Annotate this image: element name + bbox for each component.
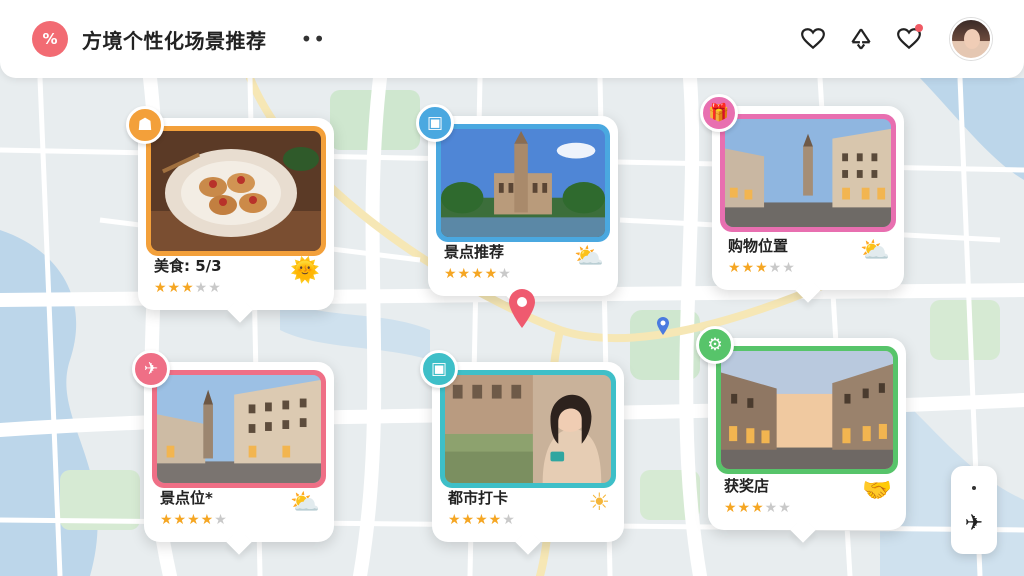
notification-dot <box>915 24 923 32</box>
percent-icon: % <box>42 30 58 48</box>
compass-icon[interactable]: ✈ <box>965 512 983 535</box>
recycle-icon[interactable] <box>848 26 874 52</box>
more-options-button[interactable]: •• <box>301 27 327 51</box>
page-title: 方境个性化场景推荐 <box>82 28 267 53</box>
shopping-street-photo <box>725 119 891 227</box>
card-title: 都市打卡 <box>448 489 509 507</box>
sun-cloud-icon: ⛅ <box>574 242 604 270</box>
gear-icon: ⚙ <box>696 326 734 364</box>
old-town-photo <box>721 351 893 469</box>
avatar[interactable] <box>950 18 992 60</box>
card-checkin[interactable]: ▣ 都市打卡 ★★★★★ ☀ <box>420 350 624 542</box>
zoom-control-dot[interactable] <box>972 485 976 490</box>
card-castle[interactable]: ▣ 景点推荐 ★★★★★ ⛅ <box>416 104 618 296</box>
image-icon: ▣ <box>420 350 458 388</box>
gift-icon: 🎁 <box>700 94 738 132</box>
card-award-shop[interactable]: ⚙ 获奖店 ★★★★★ 🤝 <box>696 326 906 530</box>
handshake-icon: 🤝 <box>862 476 892 504</box>
airplane-icon: ✈ <box>132 350 170 388</box>
app-logo[interactable]: % <box>32 21 68 57</box>
photo-icon: ▣ <box>416 104 454 142</box>
street-photo <box>157 375 321 483</box>
map-control: ✈ <box>951 466 997 554</box>
rating-stars: ★★★★★ <box>448 512 516 528</box>
card-food[interactable]: ☗ 美食: 5/3 ★★★★★ 🌞 <box>126 106 334 310</box>
heart-icon[interactable] <box>800 26 826 52</box>
sun-cloud-icon: ⛅ <box>290 488 320 516</box>
top-bar: % 方境个性化场景推荐 •• <box>0 0 1024 78</box>
sun-cloud-icon: ⛅ <box>860 236 890 264</box>
location-pin-icon[interactable] <box>507 287 537 329</box>
sun-icon: ☀ <box>588 488 610 516</box>
heart-notification-icon[interactable] <box>896 24 923 52</box>
top-actions <box>800 18 992 60</box>
castle-photo <box>441 129 605 237</box>
card-street[interactable]: ✈ 景点位* ★★★★★ ⛅ <box>132 350 334 542</box>
card-shopping[interactable]: 🎁 购物位置 ★★★★★ ⛅ <box>700 94 904 290</box>
food-photo <box>151 131 321 251</box>
restaurant-icon: ☗ <box>126 106 164 144</box>
sun-bowl-icon: 🌞 <box>290 256 320 284</box>
city-checkin-photo <box>445 375 611 483</box>
small-location-pin-icon[interactable] <box>656 316 670 336</box>
